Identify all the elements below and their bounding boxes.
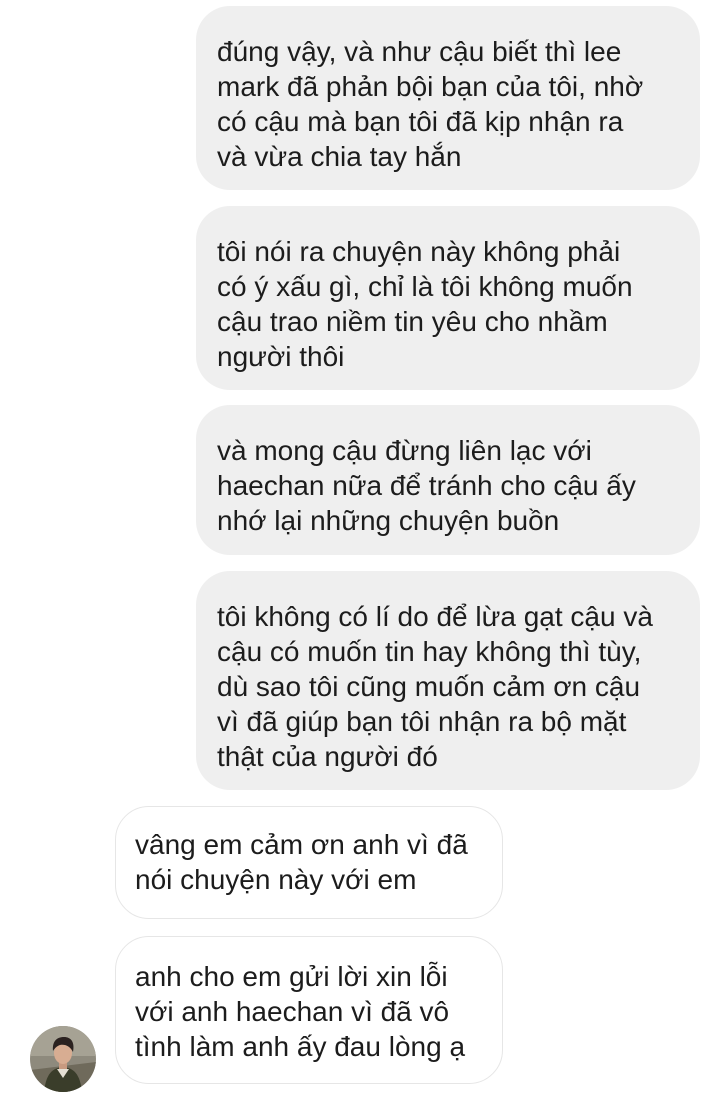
message-bubble-received[interactable]: anh cho em gửi lời xin lỗi với anh haech… [115,936,503,1084]
message-bubble-sent[interactable]: đúng vậy, và như cậu biết thì lee mark đ… [196,6,700,190]
message-bubble-sent[interactable]: tôi nói ra chuyện này không phải có ý xấ… [196,206,700,390]
message-bubble-sent[interactable]: và mong cậu đừng liên lạc với haechan nữ… [196,405,700,555]
contact-avatar[interactable] [30,1026,96,1092]
message-bubble-received[interactable]: vâng em cảm ơn anh vì đã nói chuyện này … [115,806,503,919]
avatar-photo-icon [30,1026,96,1092]
message-bubble-sent[interactable]: tôi không có lí do để lừa gạt cậu và cậu… [196,571,700,790]
